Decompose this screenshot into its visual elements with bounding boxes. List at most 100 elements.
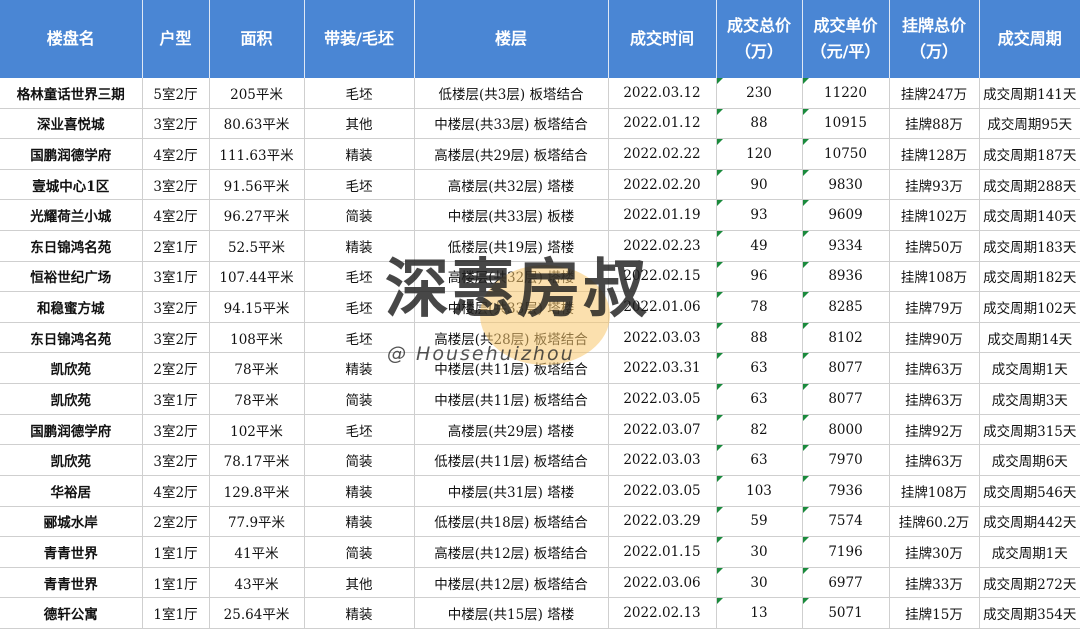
cell-layout: 3室2厅: [142, 291, 210, 323]
table-row: 郦城水岸 2室2厅 77.9平米 精装 低楼层(共18层) 板塔结合 2022.03.29…: [0, 506, 1080, 538]
cell-decoration: 毛坯: [304, 414, 415, 446]
col-header-unit-price: 成交单价 （元/平）: [802, 0, 890, 78]
header-row: 楼盘名 户型 面积 带装/毛坯 楼层 成交时间 成交总价 （万） 成交单价 （元…: [0, 0, 1080, 78]
cell-area: 94.15平米: [209, 291, 305, 323]
cell-layout: 3室2厅: [142, 169, 210, 201]
cell-date: 2022.03.07: [608, 414, 717, 446]
cell-layout: 2室2厅: [142, 352, 210, 385]
cell-name: 青青世界: [0, 536, 143, 568]
col-header-layout: 户型: [142, 0, 210, 78]
cell-unit-price: 9609: [802, 199, 890, 232]
cell-name: 国鹏润德学府: [0, 414, 143, 446]
cell-floor: 中楼层(共12层) 板塔结合: [414, 567, 609, 599]
table-row: 凯欣苑 3室2厅 78.17平米 简装 低楼层(共11层) 板塔结合 2022.03.03…: [0, 444, 1080, 476]
cell-listing-price: 挂牌108万: [889, 261, 980, 293]
cell-date: 2022.03.31: [608, 352, 717, 385]
cell-cycle: 成交周期546天: [979, 475, 1080, 507]
cell-cycle: 成交周期354天: [979, 597, 1080, 629]
cell-layout: 4室2厅: [142, 138, 210, 170]
cell-total-price: 90: [716, 169, 803, 201]
cell-decoration: 毛坯: [304, 261, 415, 293]
cell-name: 凯欣苑: [0, 444, 143, 476]
cell-total-price: 63: [716, 352, 803, 385]
table-row: 国鹏润德学府 4室2厅 111.63平米 精装 高楼层(共29层) 板塔结合 2022.0…: [0, 138, 1080, 170]
cell-unit-price: 10915: [802, 108, 890, 140]
cell-unit-price: 9334: [802, 230, 890, 262]
cell-total-price: 82: [716, 414, 803, 446]
table-row: 东日锦鸿名苑 3室2厅 108平米 毛坯 高楼层(共28层) 板塔结合 2022.03.0…: [0, 322, 1080, 354]
cell-decoration: 简装: [304, 536, 415, 568]
table-row: 深业喜悦城 3室2厅 80.63平米 其他 中楼层(共33层) 板塔结合 2022.01.…: [0, 108, 1080, 140]
cell-listing-price: 挂牌79万: [889, 291, 980, 323]
cell-date: 2022.01.06: [608, 291, 717, 323]
cell-date: 2022.03.05: [608, 383, 717, 415]
cell-name: 和稳蜜方城: [0, 291, 143, 323]
cell-date: 2022.02.15: [608, 261, 717, 293]
cell-decoration: 精装: [304, 352, 415, 385]
table-row: 凯欣苑 3室1厅 78平米 简装 中楼层(共11层) 板塔结合 2022.03.05 63 8…: [0, 383, 1080, 415]
cell-name: 深业喜悦城: [0, 108, 143, 140]
table-row: 国鹏润德学府 3室2厅 102平米 毛坯 高楼层(共29层) 塔楼 2022.03.07 8…: [0, 414, 1080, 446]
cell-layout: 3室1厅: [142, 383, 210, 415]
cell-listing-price: 挂牌102万: [889, 199, 980, 232]
cell-cycle: 成交周期102天: [979, 291, 1080, 323]
cell-floor: 高楼层(共28层) 板塔结合: [414, 322, 609, 354]
cell-total-price: 63: [716, 383, 803, 415]
cell-unit-price: 6977: [802, 567, 890, 599]
cell-floor: 高楼层(共12层) 板塔结合: [414, 536, 609, 568]
cell-area: 102平米: [209, 414, 305, 446]
cell-listing-price: 挂牌30万: [889, 536, 980, 568]
cell-unit-price: 8077: [802, 383, 890, 415]
cell-date: 2022.03.03: [608, 444, 717, 476]
cell-cycle: 成交周期315天: [979, 414, 1080, 446]
cell-layout: 1室1厅: [142, 536, 210, 568]
cell-cycle: 成交周期187天: [979, 138, 1080, 170]
cell-listing-price: 挂牌63万: [889, 352, 980, 385]
col-header-floor: 楼层: [414, 0, 609, 78]
cell-listing-price: 挂牌15万: [889, 597, 980, 629]
cell-floor: 低楼层(共3层) 板塔结合: [414, 78, 609, 109]
cell-unit-price: 7196: [802, 536, 890, 568]
cell-date: 2022.02.22: [608, 138, 717, 170]
cell-unit-price: 5071: [802, 597, 890, 629]
cell-date: 2022.03.29: [608, 506, 717, 538]
cell-decoration: 精装: [304, 597, 415, 629]
table-row: 和稳蜜方城 3室2厅 94.15平米 毛坯 中楼层(共33层) 塔楼 2022.01.06…: [0, 291, 1080, 323]
cell-area: 80.63平米: [209, 108, 305, 140]
cell-cycle: 成交周期141天: [979, 78, 1080, 109]
cell-layout: 1室1厅: [142, 567, 210, 599]
cell-total-price: 30: [716, 567, 803, 599]
table-row: 青青世界 1室1厅 41平米 简装 高楼层(共12层) 板塔结合 2022.01.15 30…: [0, 536, 1080, 568]
cell-area: 205平米: [209, 78, 305, 109]
table-row: 光耀荷兰小城 4室2厅 96.27平米 简装 中楼层(共33层) 板楼 2022.01.1…: [0, 199, 1080, 232]
cell-name: 恒裕世纪广场: [0, 261, 143, 293]
cell-area: 91.56平米: [209, 169, 305, 201]
cell-cycle: 成交周期1天: [979, 536, 1080, 568]
cell-listing-price: 挂牌247万: [889, 78, 980, 109]
cell-unit-price: 7970: [802, 444, 890, 476]
cell-name: 格林童话世界三期: [0, 78, 143, 109]
cell-floor: 高楼层(共32层) 塔楼: [414, 261, 609, 293]
cell-listing-price: 挂牌33万: [889, 567, 980, 599]
cell-cycle: 成交周期1天: [979, 352, 1080, 385]
cell-listing-price: 挂牌88万: [889, 108, 980, 140]
cell-floor: 中楼层(共33层) 板楼: [414, 199, 609, 232]
cell-listing-price: 挂牌92万: [889, 414, 980, 446]
cell-layout: 3室2厅: [142, 444, 210, 476]
cell-unit-price: 8285: [802, 291, 890, 323]
cell-listing-price: 挂牌90万: [889, 322, 980, 354]
table-row: 恒裕世纪广场 3室1厅 107.44平米 毛坯 高楼层(共32层) 塔楼 2022.02.…: [0, 261, 1080, 293]
cell-total-price: 230: [716, 78, 803, 109]
cell-area: 78平米: [209, 352, 305, 385]
cell-unit-price: 8102: [802, 322, 890, 354]
cell-area: 111.63平米: [209, 138, 305, 170]
col-header-total-price: 成交总价 （万）: [716, 0, 803, 78]
cell-layout: 5室2厅: [142, 78, 210, 109]
cell-floor: 低楼层(共18层) 板塔结合: [414, 506, 609, 538]
cell-decoration: 毛坯: [304, 322, 415, 354]
cell-name: 凯欣苑: [0, 383, 143, 415]
cell-listing-price: 挂牌63万: [889, 444, 980, 476]
table-row: 东日锦鸿名苑 2室1厅 52.5平米 精装 低楼层(共19层) 塔楼 2022.02.23…: [0, 230, 1080, 262]
cell-cycle: 成交周期442天: [979, 506, 1080, 538]
cell-cycle: 成交周期272天: [979, 567, 1080, 599]
